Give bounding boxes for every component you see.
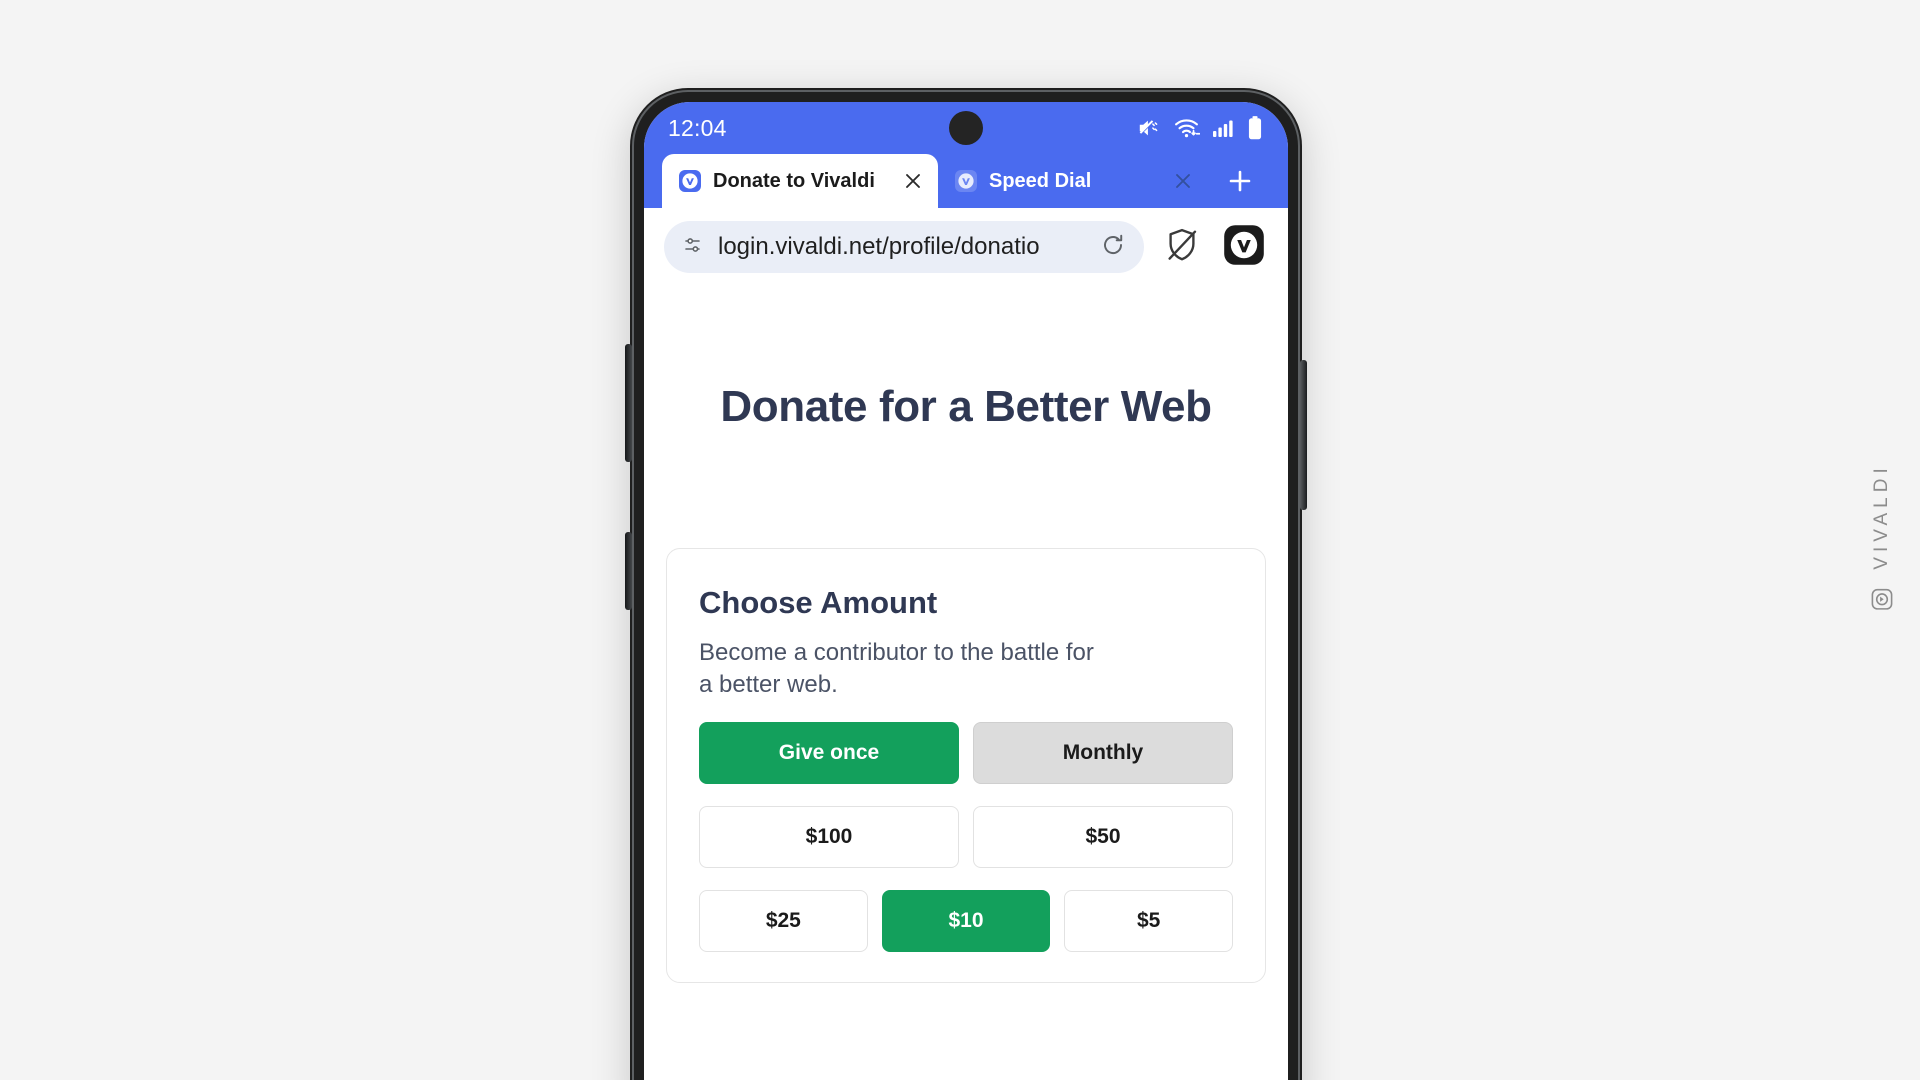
watermark-text: VIVALDI: [1871, 463, 1892, 570]
amount-100-button[interactable]: $100: [699, 806, 959, 869]
plus-icon: [1229, 170, 1251, 192]
signal-bars-icon: [1211, 116, 1235, 140]
shield-slash-icon: [1163, 226, 1201, 269]
vivaldi-logo-icon: [1222, 223, 1266, 272]
screenshot-stage: 12:04 Donate to Vivaldi Speed Dial login…: [0, 0, 1920, 1080]
new-tab-button[interactable]: [1208, 154, 1272, 208]
donation-card: Choose Amount Become a contributor to th…: [666, 548, 1266, 984]
wifi-download-icon: [1173, 115, 1200, 141]
browser-chrome: 12:04 Donate to Vivaldi Speed Dial: [644, 102, 1288, 208]
tab-strip: Donate to Vivaldi Speed Dial: [644, 154, 1288, 208]
card-description: Become a contributor to the battle for a…: [699, 639, 1094, 698]
page-content: Donate for a Better Web Choose Amount Be…: [644, 286, 1288, 1080]
amount-25-button[interactable]: $25: [699, 890, 868, 953]
close-icon[interactable]: [902, 170, 924, 192]
status-bar-icons: [1136, 115, 1264, 141]
tab-title: Speed Dial: [989, 169, 1092, 192]
vivaldi-favicon: [678, 169, 702, 193]
reload-icon[interactable]: [1100, 232, 1126, 263]
camera-punch-hole: [949, 111, 983, 145]
amount-group-row-2: $25 $10 $5: [699, 890, 1234, 953]
amount-50-button[interactable]: $50: [973, 806, 1233, 869]
vivaldi-mark-icon: [1870, 588, 1894, 617]
status-bar: 12:04: [644, 102, 1288, 154]
amount-10-button[interactable]: $10: [881, 890, 1051, 953]
status-bar-clock: 12:04: [668, 114, 727, 141]
tab-donate-to-vivaldi[interactable]: Donate to Vivaldi: [662, 154, 938, 208]
volume-up-button[interactable]: [625, 344, 632, 462]
amount-group-row-1: $100 $50: [699, 806, 1233, 869]
tune-icon[interactable]: [682, 233, 706, 262]
frequency-monthly-button[interactable]: Monthly: [973, 722, 1233, 785]
power-button[interactable]: [1300, 360, 1307, 510]
url-bar-row: login.vivaldi.net/profile/donatio: [644, 208, 1288, 286]
tab-speed-dial[interactable]: Speed Dial: [938, 154, 1208, 208]
page-title: Donate for a Better Web: [720, 382, 1212, 431]
mute-icon: [1136, 115, 1162, 141]
close-icon[interactable]: [1172, 170, 1194, 192]
phone-screen: 12:04 Donate to Vivaldi Speed Dial login…: [644, 102, 1288, 1080]
vivaldi-menu-button[interactable]: [1220, 223, 1268, 271]
battery-icon: [1246, 115, 1264, 141]
url-text: login.vivaldi.net/profile/donatio: [718, 233, 1040, 260]
amount-5-button[interactable]: $5: [1064, 890, 1234, 953]
volume-down-button[interactable]: [625, 532, 632, 610]
vivaldi-favicon: [954, 169, 978, 193]
url-field[interactable]: login.vivaldi.net/profile/donatio: [664, 221, 1144, 273]
tracker-blocker-button[interactable]: [1158, 223, 1206, 271]
vivaldi-watermark: VIVALDI: [1870, 463, 1894, 616]
card-title: Choose Amount: [699, 585, 938, 620]
phone-frame: 12:04 Donate to Vivaldi Speed Dial login…: [625, 88, 1307, 1080]
tab-title: Donate to Vivaldi: [713, 169, 875, 192]
frequency-give-once-button[interactable]: Give once: [699, 722, 959, 785]
frequency-toggle-group: Give once Monthly: [699, 722, 1233, 785]
